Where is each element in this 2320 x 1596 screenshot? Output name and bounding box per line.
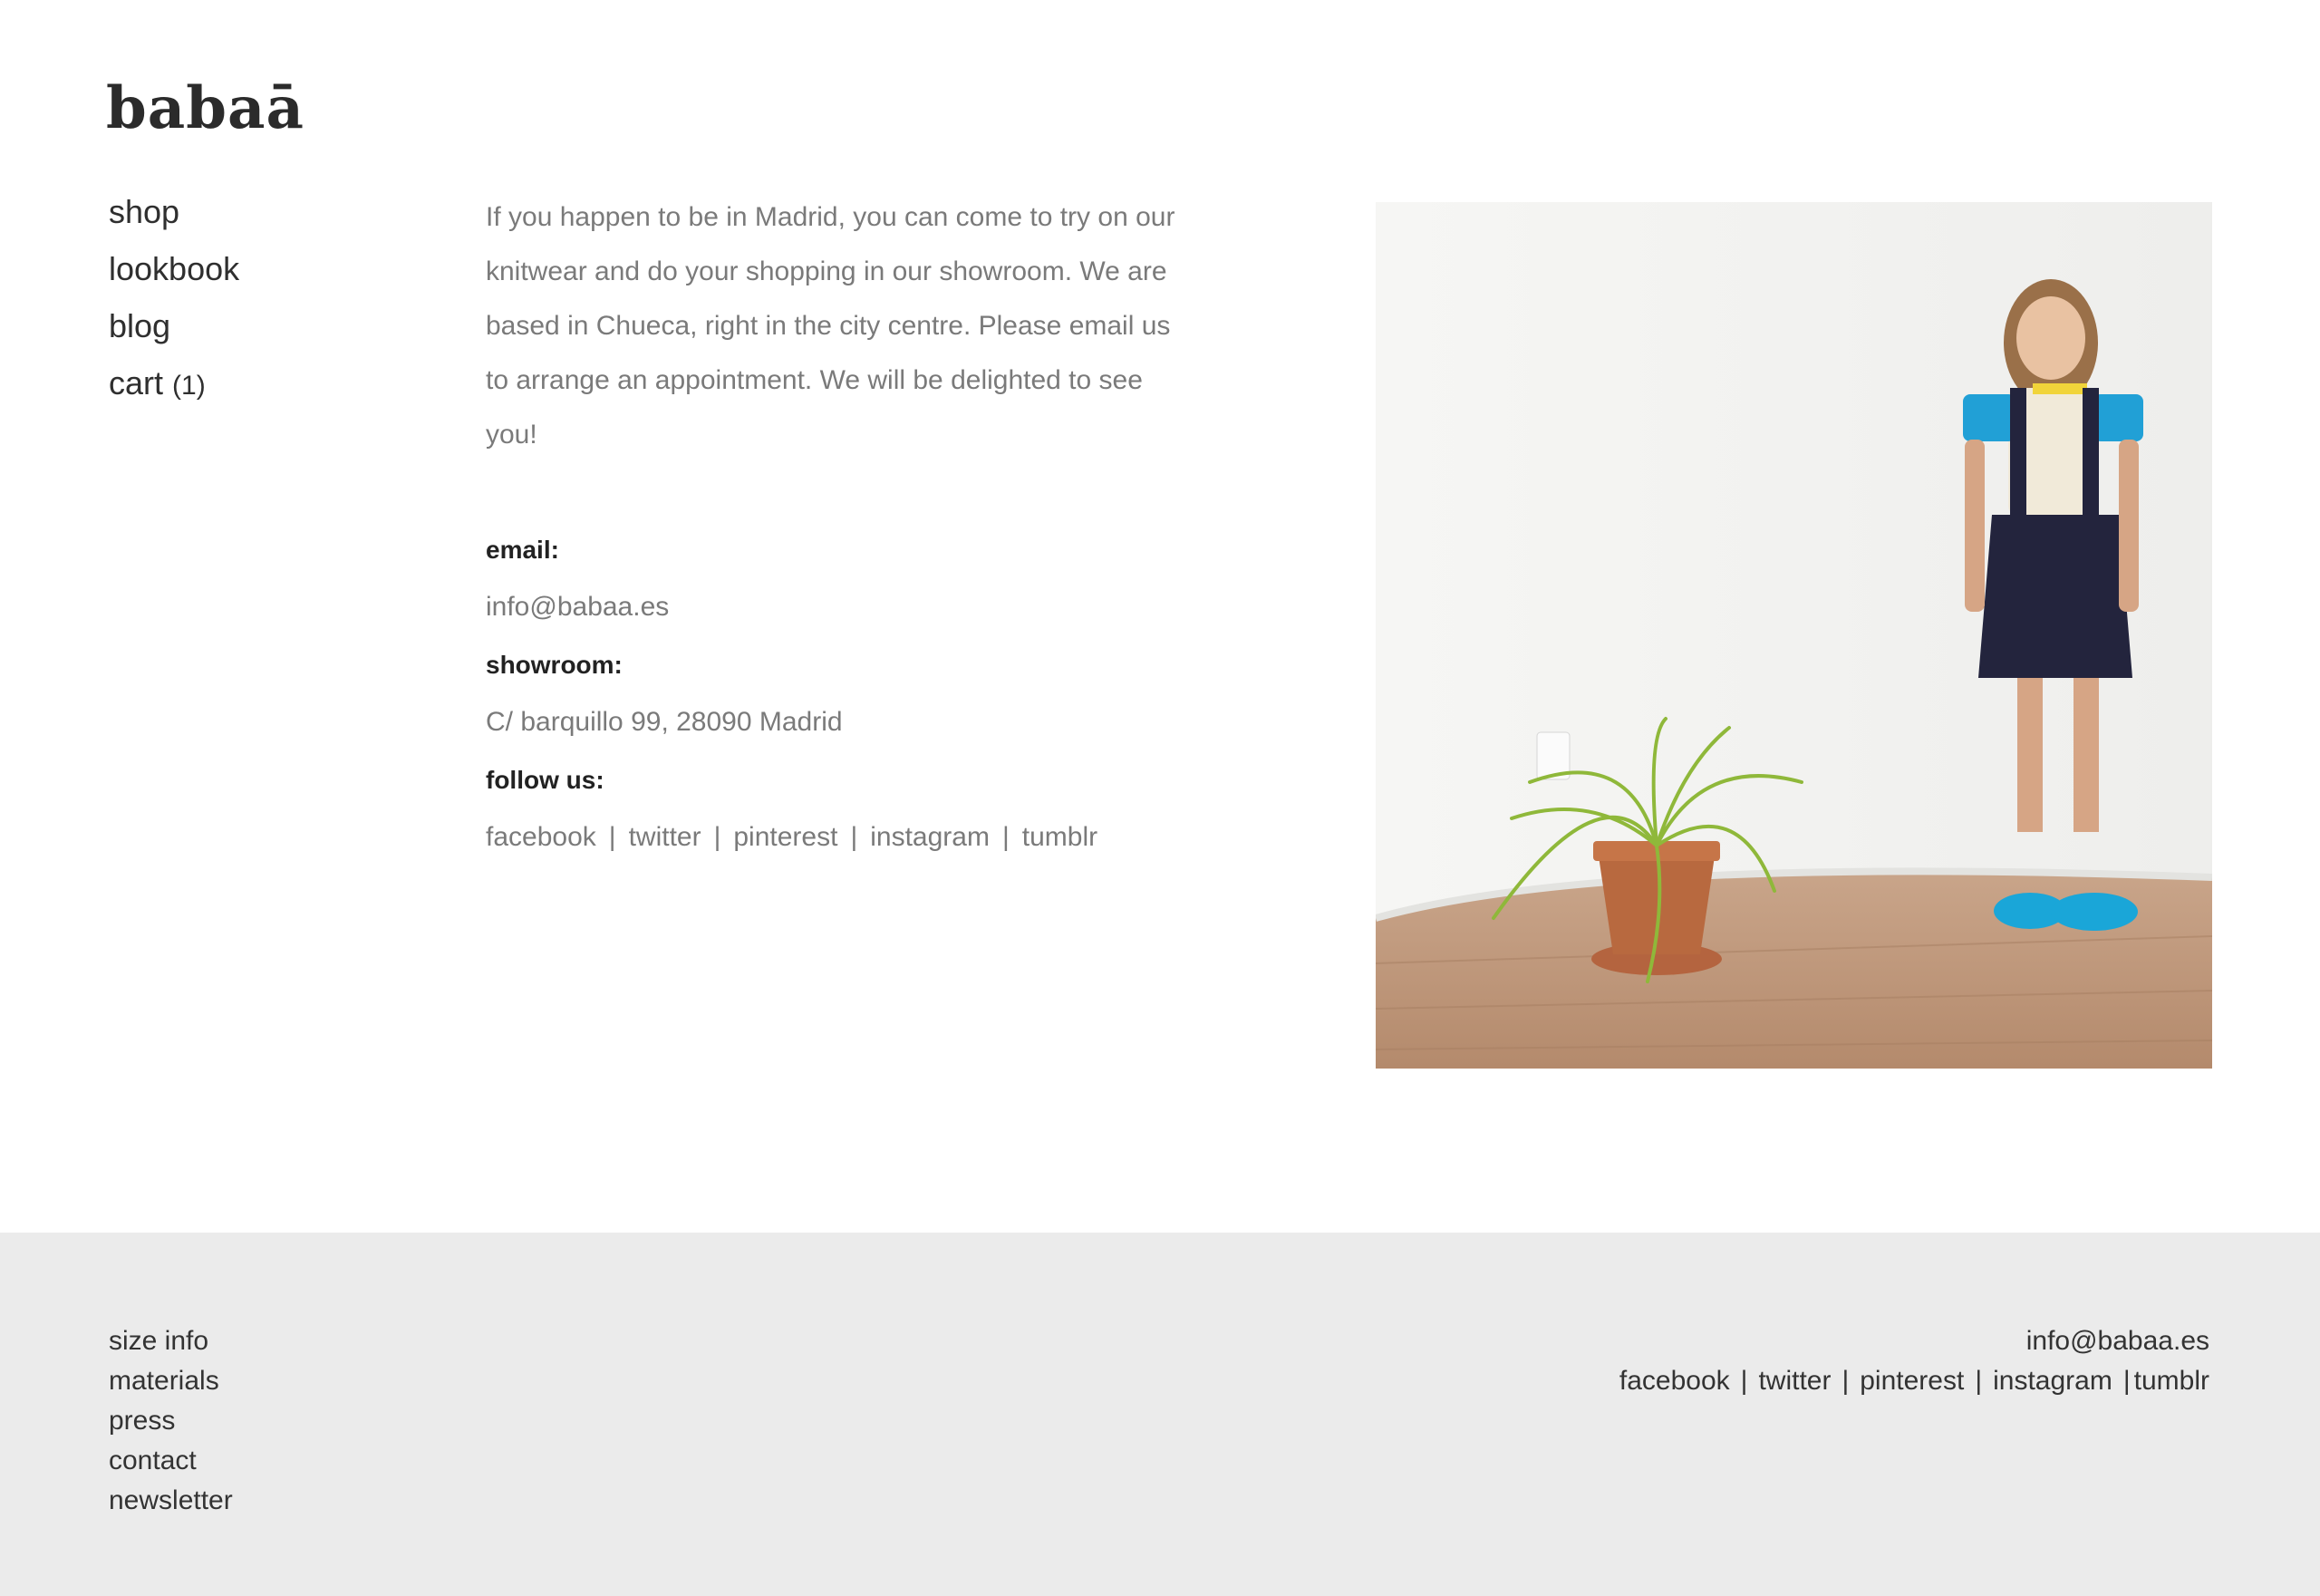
separator: | xyxy=(1001,822,1010,852)
showroom-intro: If you happen to be in Madrid, you can c… xyxy=(486,202,1175,450)
footer-facebook-link[interactable]: facebook xyxy=(1619,1366,1730,1396)
footer-social-links: facebook | twitter | pinterest | instagram | tum… xyxy=(1619,1361,2209,1401)
nav-blog[interactable]: blog xyxy=(109,305,239,362)
footer-newsletter[interactable]: newsletter xyxy=(109,1481,233,1521)
footer-press[interactable]: press xyxy=(109,1401,233,1441)
showroom-label: showroom: xyxy=(486,651,623,679)
showroom-address: C/ barquillo 99, 28090 Madrid xyxy=(486,707,843,737)
separator: | xyxy=(2122,1366,2131,1396)
main-nav: shop lookbook blog cart (1) xyxy=(109,190,239,419)
footer-size-info[interactable]: size info xyxy=(109,1321,233,1361)
email-link[interactable]: info@babaa.es xyxy=(486,578,1193,636)
nav-shop[interactable]: shop xyxy=(109,190,239,247)
photo-illustration xyxy=(1376,202,2212,1069)
separator: | xyxy=(713,822,721,852)
footer-materials[interactable]: materials xyxy=(109,1361,233,1401)
footer-tumblr-link[interactable]: tumblr xyxy=(2134,1366,2209,1396)
cart-count: (1) xyxy=(172,371,206,401)
tumblr-link[interactable]: tumblr xyxy=(1022,822,1097,852)
footer-pinterest-link[interactable]: pinterest xyxy=(1860,1366,1964,1396)
footer-contact-block: info@babaa.es facebook | twitter | pinterest… xyxy=(1619,1321,2209,1401)
brand-logo[interactable]: babaā xyxy=(106,80,304,138)
separator: | xyxy=(1740,1366,1748,1396)
separator: | xyxy=(1842,1366,1850,1396)
social-links: facebook | twitter | pinterest | instagram | tum… xyxy=(486,808,1193,866)
twitter-link[interactable]: twitter xyxy=(629,822,701,852)
footer-instagram-link[interactable]: instagram xyxy=(1993,1366,2112,1396)
separator: | xyxy=(850,822,858,852)
cart-label: cart xyxy=(109,364,164,401)
footer-twitter-link[interactable]: twitter xyxy=(1758,1366,1831,1396)
instagram-link[interactable]: instagram xyxy=(870,822,990,852)
contact-content: If you happen to be in Madrid, you can c… xyxy=(486,190,1193,866)
facebook-link[interactable]: facebook xyxy=(486,822,596,852)
footer-email-link[interactable]: info@babaa.es xyxy=(1619,1321,2209,1361)
nav-cart[interactable]: cart (1) xyxy=(109,362,239,419)
email-label: email: xyxy=(486,536,559,564)
footer-contact[interactable]: contact xyxy=(109,1441,233,1481)
follow-label: follow us: xyxy=(486,766,604,794)
nav-lookbook[interactable]: lookbook xyxy=(109,247,239,305)
footer-links: size info materials press contact newsle… xyxy=(109,1321,233,1521)
separator: | xyxy=(608,822,616,852)
separator: | xyxy=(1975,1366,1983,1396)
showroom-photo xyxy=(1376,202,2212,1069)
site-footer: size info materials press contact newsle… xyxy=(0,1233,2320,1596)
pinterest-link[interactable]: pinterest xyxy=(733,822,837,852)
